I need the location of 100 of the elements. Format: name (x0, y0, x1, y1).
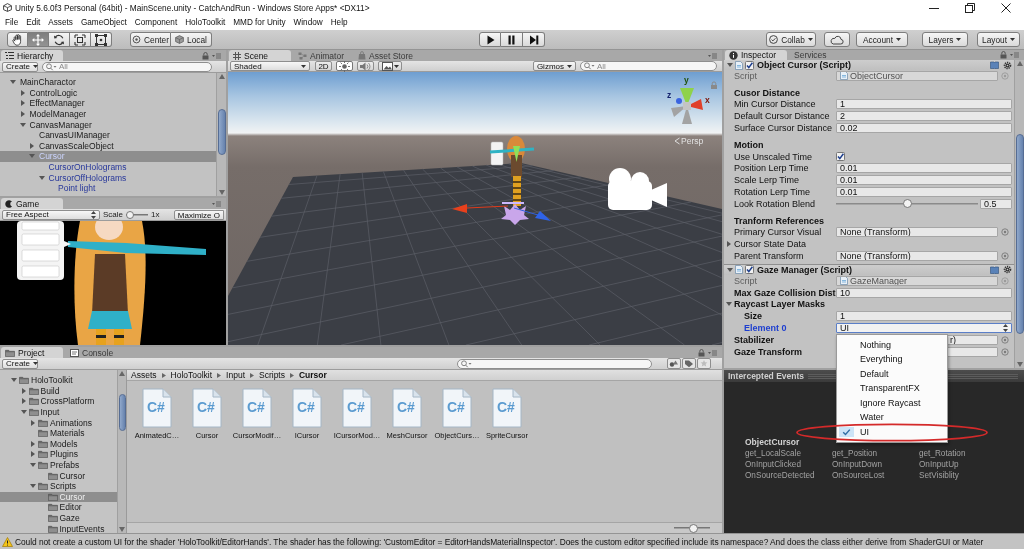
menu-item[interactable]: HoloToolkit (181, 16, 230, 29)
scroll-up-arrow-icon[interactable] (119, 371, 125, 376)
breadcrumb-link[interactable]: Cursor (299, 370, 327, 380)
menu-item[interactable]: Edit (22, 16, 45, 29)
effects-toggle[interactable] (378, 61, 402, 71)
scroll-up-arrow-icon[interactable] (1016, 61, 1023, 66)
script-file-icon[interactable] (192, 388, 222, 428)
hierarchy-item[interactable]: ModelManager (0, 108, 216, 120)
shading-mode-dropdown[interactable]: Shaded (230, 61, 310, 71)
script-file-icon[interactable] (292, 388, 322, 428)
folder-item[interactable]: Models (0, 438, 117, 450)
number-field[interactable]: 1 (836, 99, 1012, 110)
foldout-arrow-icon[interactable] (20, 387, 27, 394)
book-icon[interactable] (990, 61, 999, 69)
breadcrumb-link[interactable]: HoloToolkit (170, 370, 213, 380)
script-file-icon[interactable] (492, 388, 522, 428)
scrollbar-thumb[interactable] (217, 109, 226, 155)
number-field[interactable]: 1 (836, 311, 1012, 322)
hierarchy-item[interactable]: CursorOnHolograms (0, 161, 216, 173)
foldout-arrow-icon[interactable] (727, 266, 733, 273)
folder-item[interactable]: Materials (0, 427, 117, 439)
foldout-arrow-icon[interactable] (19, 100, 26, 107)
dropdown-option[interactable]: Everything (837, 354, 947, 365)
folder-item[interactable]: Build (0, 385, 117, 397)
panel-tab[interactable]: Animator (294, 50, 351, 61)
panel-tab[interactable]: Hierarchy (1, 50, 63, 61)
slider-thumb[interactable] (126, 210, 134, 219)
panel-tab[interactable]: Services (790, 50, 834, 60)
script-field[interactable]: ObjectCursor (836, 70, 998, 81)
panel-menu-icon[interactable] (1010, 52, 1019, 58)
dropdown-option[interactable]: Nothing (837, 339, 947, 350)
create-dropdown[interactable]: Create (2, 61, 38, 72)
account-dropdown[interactable]: Account (856, 32, 908, 47)
script-file-icon[interactable] (442, 388, 472, 428)
folder-item[interactable]: Input (0, 406, 117, 418)
orientation-gizmo[interactable]: y z x (667, 75, 710, 124)
hierarchy-item[interactable]: CanvasManager (0, 119, 216, 130)
dropdown-option[interactable]: Default (837, 368, 947, 379)
lighting-toggle[interactable] (336, 61, 353, 71)
shapes-icon[interactable] (667, 358, 681, 369)
rect-tool-button[interactable] (91, 32, 112, 47)
panel-tab[interactable]: Inspector (725, 50, 787, 60)
folder-item[interactable]: CrossPlatform (0, 396, 117, 407)
number-field[interactable]: 0.01 (836, 163, 1012, 174)
checkbox[interactable] (745, 60, 754, 70)
folder-item[interactable]: InputEvents (0, 523, 117, 533)
menu-item[interactable]: Component (130, 16, 182, 29)
checkbox[interactable] (745, 265, 754, 275)
hierarchy-item[interactable]: CursorOffHolograms (0, 172, 216, 183)
breadcrumb-link[interactable]: Scripts (259, 370, 285, 380)
lock-icon[interactable] (698, 348, 705, 357)
hierarchy-item[interactable]: Point light (0, 182, 216, 194)
checkbox[interactable] (836, 152, 845, 162)
folder-item[interactable]: Prefabs (0, 459, 117, 471)
foldout-arrow-icon[interactable] (19, 89, 26, 96)
scrollbar-thumb[interactable] (1015, 134, 1024, 334)
pivot-mode-button[interactable]: Center (130, 32, 171, 47)
layers-dropdown[interactable]: Layers (922, 32, 968, 47)
folder-item[interactable]: HoloToolkit (0, 375, 117, 386)
script-file-icon[interactable] (242, 388, 272, 428)
object-field[interactable]: None (Transform) (836, 251, 998, 262)
number-field[interactable]: 0.01 (836, 175, 1012, 186)
script-file-icon[interactable] (392, 388, 422, 428)
rotate-tool-button[interactable] (49, 32, 70, 47)
audio-toggle[interactable] (357, 61, 374, 71)
create-dropdown[interactable]: Create (2, 358, 38, 369)
script-field[interactable]: GazeManager (836, 275, 998, 286)
foldout-arrow-icon[interactable] (19, 111, 26, 118)
panel-tab[interactable]: Scene (229, 50, 291, 61)
foldout-arrow-icon[interactable] (11, 377, 17, 384)
star-icon[interactable] (697, 358, 711, 369)
search-field[interactable]: All (42, 61, 212, 72)
number-field[interactable]: 2 (836, 111, 1012, 122)
foldout-arrow-icon[interactable] (29, 142, 35, 149)
foldout-arrow-icon[interactable] (29, 153, 35, 160)
foldout-arrow-icon[interactable] (727, 62, 733, 68)
mode-2d-toggle[interactable]: 2D (315, 61, 332, 71)
dropdown-option[interactable]: Ignore Raycast (837, 397, 947, 408)
foldout-label[interactable]: Cursor State Data (726, 239, 807, 250)
cloud-button[interactable] (824, 32, 850, 47)
gizmos-dropdown[interactable]: Gizmos (532, 61, 576, 71)
foldout-arrow-icon[interactable] (30, 440, 36, 447)
slider-thumb[interactable] (688, 523, 698, 533)
collab-button[interactable]: Collab (766, 32, 816, 47)
panel-menu-icon[interactable] (212, 52, 221, 59)
breadcrumb-link[interactable]: Input (226, 370, 245, 380)
layer-dropdown[interactable]: UI (836, 323, 1012, 334)
hierarchy-item[interactable]: EffectManager (0, 98, 216, 109)
foldout-arrow-icon[interactable] (10, 79, 16, 86)
folder-item[interactable]: Scripts (0, 480, 117, 492)
panel-tab[interactable]: Project (1, 347, 63, 358)
hierarchy-item[interactable]: ControlLogic (0, 87, 216, 99)
number-field[interactable]: 0.5 (980, 198, 1012, 209)
search-field[interactable]: All (580, 61, 717, 71)
target-icon[interactable] (1001, 228, 1009, 237)
foldout-label[interactable]: Raycast Layer Masks (726, 299, 826, 310)
menu-item[interactable]: File (1, 16, 23, 29)
lock-icon[interactable] (1000, 51, 1007, 59)
panel-menu-icon[interactable] (212, 200, 221, 207)
vertical-scrollbar[interactable] (216, 73, 226, 196)
